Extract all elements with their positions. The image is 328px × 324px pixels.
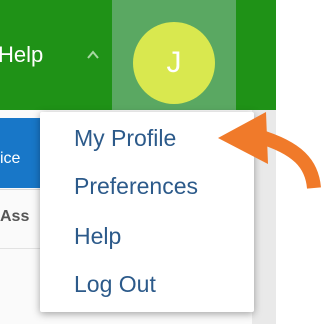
help-menu-label[interactable]: Help <box>0 42 43 68</box>
menu-item-my-profile[interactable]: My Profile <box>74 124 176 152</box>
top-navigation-bar-edge <box>236 0 276 110</box>
annotation-arrow-icon <box>218 112 321 189</box>
avatar-initial: J <box>166 46 182 79</box>
menu-item-preferences[interactable]: Preferences <box>74 172 198 200</box>
background-tab-text: ice <box>0 150 21 167</box>
chevron-up-icon[interactable] <box>86 48 100 62</box>
menu-item-help[interactable]: Help <box>74 222 121 250</box>
background-column-header: Ass <box>0 208 30 225</box>
menu-item-log-out[interactable]: Log Out <box>74 270 156 298</box>
user-avatar-button[interactable]: J <box>133 22 215 104</box>
